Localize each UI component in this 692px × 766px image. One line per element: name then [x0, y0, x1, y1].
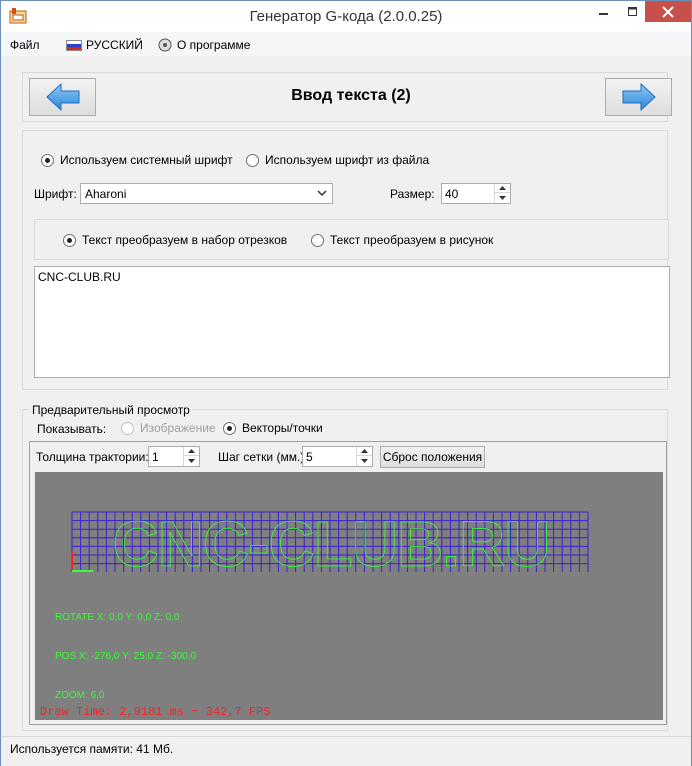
radio-segments[interactable]: Текст преобразуем в набор отрезков [63, 233, 287, 247]
thickness-up-button[interactable] [184, 447, 199, 456]
grid-step-label: Шаг сетки (мм.): [218, 450, 308, 464]
draw-time-readout: Draw Time: 2,9181 ms ~ 342,7 FPS [40, 705, 271, 719]
menu-file[interactable]: Файл [10, 37, 40, 53]
maximize-button[interactable] [618, 1, 647, 22]
size-label: Размер: [390, 187, 435, 201]
menu-file-label: Файл [10, 38, 40, 52]
zoom-readout: ZOOM: 6,0 [55, 690, 105, 701]
spin-up-icon [361, 449, 368, 453]
spin-down-icon [499, 195, 506, 200]
status-bar: Используется памяти: 41 Мб. [1, 736, 691, 766]
close-button[interactable] [645, 1, 691, 22]
size-stepper[interactable]: 40 [441, 183, 511, 204]
radio-show-vectors-dot [223, 421, 236, 435]
size-up-button[interactable] [495, 184, 510, 193]
arrow-right-icon [622, 82, 656, 112]
radio-system-font-label: Используем системный шрифт [60, 153, 233, 167]
radio-show-image[interactable]: Изображение [121, 421, 216, 435]
maximize-icon [627, 6, 637, 16]
thickness-label: Толщина трактории: [36, 450, 149, 464]
grid-step-down-button[interactable] [357, 456, 372, 465]
radio-image-label: Текст преобразуем в рисунок [330, 233, 494, 247]
reset-position-label: Сброс положения [382, 450, 483, 464]
grid-step-value: 5 [306, 450, 313, 464]
text-input-value: CNC-CLUB.RU [38, 270, 121, 284]
radio-image[interactable]: Текст преобразуем в рисунок [311, 233, 493, 247]
radio-file-font-dot [246, 153, 259, 167]
menu-bar: Файл РУССКИЙ О программе [1, 32, 691, 56]
back-button[interactable] [29, 78, 96, 116]
preview-canvas[interactable]: CNC-CLUB.RU ROTATE X: 0,0 Y: 0,0 Z: 0,0 … [35, 472, 663, 720]
next-button[interactable] [605, 78, 672, 116]
preview-vector-text: CNC-CLUB.RU [113, 508, 550, 580]
close-icon [662, 5, 674, 18]
thickness-value: 1 [152, 450, 159, 464]
radio-system-font[interactable]: Используем системный шрифт [41, 153, 233, 167]
minimize-icon [598, 12, 608, 15]
size-value: 40 [445, 187, 459, 201]
spin-up-icon [499, 186, 506, 190]
position-readout: POS X: -276,0 Y: 25,0 Z: -300,0 [55, 651, 197, 662]
dropdown-arrow-icon [317, 190, 327, 197]
radio-system-font-dot [41, 153, 54, 167]
thickness-stepper[interactable]: 1 [148, 446, 200, 467]
spin-down-icon [188, 458, 195, 463]
thickness-stepper-buttons [183, 447, 199, 466]
main-window: Генератор G-кода (2.0.0.25) Файл РУССКИЙ… [0, 0, 692, 766]
spin-down-icon [361, 458, 368, 463]
font-select[interactable]: Aharoni [80, 183, 333, 204]
step-title: Ввод текста (2) [291, 87, 411, 104]
radio-show-vectors[interactable]: Векторы/точки [223, 421, 323, 435]
arrow-left-icon [45, 82, 79, 112]
grid-step-stepper-buttons [356, 447, 372, 466]
window-title: Генератор G-кода (2.0.0.25) [249, 8, 443, 25]
font-select-value: Aharoni [85, 187, 127, 201]
radio-segments-label: Текст преобразуем в набор отрезков [82, 233, 288, 247]
thickness-down-button[interactable] [184, 456, 199, 465]
preview-group-title: Предварительный просмотр [30, 403, 192, 417]
radio-show-image-label: Изображение [140, 421, 216, 435]
menu-language-label: РУССКИЙ [86, 38, 143, 52]
about-icon [158, 38, 172, 52]
title-bar: Генератор G-кода (2.0.0.25) [1, 1, 691, 32]
text-input[interactable]: CNC-CLUB.RU [34, 266, 670, 378]
memory-usage: Используется памяти: 41 Мб. [10, 742, 174, 756]
menu-about[interactable]: О программе [157, 37, 250, 53]
minimize-button[interactable] [589, 1, 618, 22]
font-label: Шрифт: [34, 187, 77, 201]
show-label: Показывать: [37, 422, 107, 436]
russian-flag-icon [66, 39, 82, 51]
grid-step-up-button[interactable] [357, 447, 372, 456]
size-stepper-buttons [494, 184, 510, 203]
radio-file-font[interactable]: Используем шрифт из файла [246, 153, 429, 167]
radio-file-font-label: Используем шрифт из файла [265, 153, 430, 167]
reset-position-button[interactable]: Сброс положения [380, 446, 485, 468]
menu-language[interactable]: РУССКИЙ [66, 37, 143, 53]
rotate-readout: ROTATE X: 0,0 Y: 0,0 Z: 0,0 [55, 612, 180, 623]
grid-step-stepper[interactable]: 5 [302, 446, 373, 467]
preview-drawing: CNC-CLUB.RU [71, 508, 589, 580]
radio-segments-dot [63, 233, 76, 247]
radio-show-vectors-label: Векторы/точки [242, 421, 323, 435]
radio-show-image-dot [121, 421, 134, 435]
radio-image-dot [311, 233, 324, 247]
size-down-button[interactable] [495, 193, 510, 202]
menu-about-label: О программе [177, 38, 251, 52]
spin-up-icon [188, 449, 195, 453]
